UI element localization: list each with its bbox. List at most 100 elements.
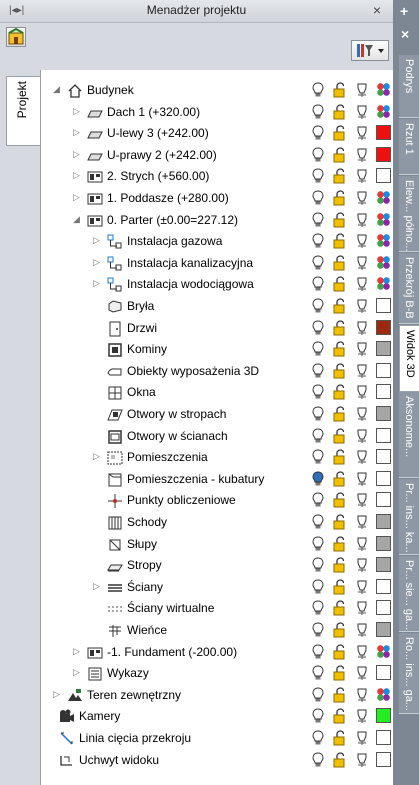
multicolor-swatch[interactable] [376,103,391,119]
visibility-bulb-icon[interactable] [311,471,325,487]
color-swatch[interactable] [376,341,391,357]
visibility-bulb-icon[interactable] [311,298,325,314]
print-visibility-icon[interactable] [355,233,369,249]
project-properties-button[interactable] [6,27,26,47]
visibility-bulb-icon[interactable] [311,406,325,422]
color-swatch[interactable] [376,427,391,443]
view-tab[interactable]: Podrys [399,55,419,118]
expand-icon[interactable]: ▷ [73,127,80,138]
lock-icon[interactable] [333,233,347,249]
tree-node[interactable]: ▷ Instalacja gazowa [41,231,396,252]
print-visibility-icon[interactable] [355,125,369,141]
tree-node[interactable]: Schody [41,512,396,533]
print-visibility-icon[interactable] [355,557,369,573]
lock-icon[interactable] [333,427,347,444]
lock-icon[interactable] [333,147,347,163]
collapse-icon[interactable]: ◢ [73,214,80,225]
visibility-bulb-icon[interactable] [311,687,325,703]
print-visibility-icon[interactable] [355,536,369,552]
expand-icon[interactable]: ▷ [93,278,100,289]
color-swatch[interactable] [376,384,391,400]
lock-icon[interactable] [333,514,347,530]
visibility-bulb-icon[interactable] [311,622,325,638]
expand-icon[interactable]: ▷ [93,257,100,268]
visibility-bulb-icon[interactable] [311,492,325,508]
tree-node[interactable]: ▷ Instalacja kanalizacyjna [41,253,396,274]
print-visibility-icon[interactable] [355,104,369,120]
visibility-bulb-icon[interactable] [311,384,325,400]
print-visibility-icon[interactable] [355,255,369,271]
print-visibility-icon[interactable] [355,384,369,400]
tree-node[interactable]: ◢ 0. Parter (±0.00=227.12) [41,210,396,231]
visibility-bulb-icon[interactable] [311,579,325,595]
visibility-bulb-icon[interactable] [311,212,325,228]
view-tab[interactable]: Przekrój B-B [399,253,419,324]
view-tab[interactable]: Rzut 1 [399,119,419,175]
lock-icon[interactable] [333,535,347,552]
visibility-bulb-icon[interactable] [311,557,325,573]
print-visibility-icon[interactable] [355,730,369,746]
lock-icon[interactable] [333,665,347,681]
tab-projekt[interactable]: Projekt [6,76,40,146]
print-visibility-icon[interactable] [355,600,369,616]
tree-node[interactable]: ▷ -1. Fundament (-200.00) [41,642,396,663]
view-tab[interactable]: Ro... ins... ga... [399,633,419,714]
lock-icon[interactable] [333,557,347,573]
print-visibility-icon[interactable] [355,471,369,487]
lock-icon[interactable] [333,600,347,616]
visibility-bulb-icon[interactable] [311,276,325,292]
expand-icon[interactable]: ▷ [53,689,60,700]
color-swatch[interactable] [376,449,391,465]
print-visibility-icon[interactable] [355,665,369,681]
print-visibility-icon[interactable] [355,406,369,422]
color-swatch[interactable] [376,535,391,551]
lock-icon[interactable] [333,319,347,336]
lock-icon[interactable] [333,384,347,400]
print-visibility-icon[interactable] [355,212,369,228]
visibility-bulb-icon[interactable] [311,341,325,357]
multicolor-swatch[interactable] [376,190,391,205]
tree-node[interactable]: Otwory w ścianach [41,426,396,447]
expand-icon[interactable]: ▷ [93,581,100,592]
print-visibility-icon[interactable] [355,514,369,530]
tree-node[interactable]: Wieńce [41,620,396,641]
print-visibility-icon[interactable] [355,276,369,292]
color-swatch[interactable] [376,514,391,529]
lock-icon[interactable] [333,276,347,292]
print-visibility-icon[interactable] [355,449,369,465]
expand-icon[interactable]: ▷ [93,235,100,246]
expand-icon[interactable]: ▷ [93,451,100,462]
print-visibility-icon[interactable] [355,492,369,508]
lock-icon[interactable] [333,622,347,638]
close-view-icon[interactable]: × [401,26,409,42]
color-swatch[interactable] [376,557,391,573]
lock-icon[interactable] [333,751,347,768]
print-visibility-icon[interactable] [355,708,369,724]
visibility-bulb-icon[interactable] [311,190,325,206]
lock-icon[interactable] [333,643,347,660]
print-visibility-icon[interactable] [355,341,369,357]
lock-icon[interactable] [333,687,347,703]
lock-icon[interactable] [333,103,347,120]
print-visibility-icon[interactable] [355,752,369,768]
panel-titlebar[interactable]: |◂▸| Menadżer projektu × [0,0,393,23]
color-swatch[interactable] [376,730,391,745]
tree-node[interactable]: Uchwyt widoku [41,750,396,771]
view-tab[interactable]: Pr... ins... ka... [399,479,419,555]
tree-node[interactable]: Okna [41,382,396,403]
color-swatch[interactable] [376,125,391,141]
tree-node[interactable]: Linia cięcia przekroju [41,728,396,749]
visibility-bulb-icon[interactable] [311,536,325,552]
color-swatch[interactable] [376,622,391,637]
print-visibility-icon[interactable] [355,190,369,206]
visibility-bulb-icon[interactable] [311,363,325,379]
tree-node[interactable]: ▷ 2. Strych (+560.00) [41,166,396,187]
color-swatch[interactable] [376,406,391,421]
visibility-bulb-icon[interactable] [311,255,325,271]
print-visibility-icon[interactable] [355,82,369,98]
tree-node[interactable]: Kamery [41,706,396,727]
expand-icon[interactable]: ▷ [73,149,80,160]
tree-node[interactable]: ▷ U-prawy 2 (+242.00) [41,145,396,166]
multicolor-swatch[interactable] [376,254,391,270]
lock-icon[interactable] [333,579,347,595]
